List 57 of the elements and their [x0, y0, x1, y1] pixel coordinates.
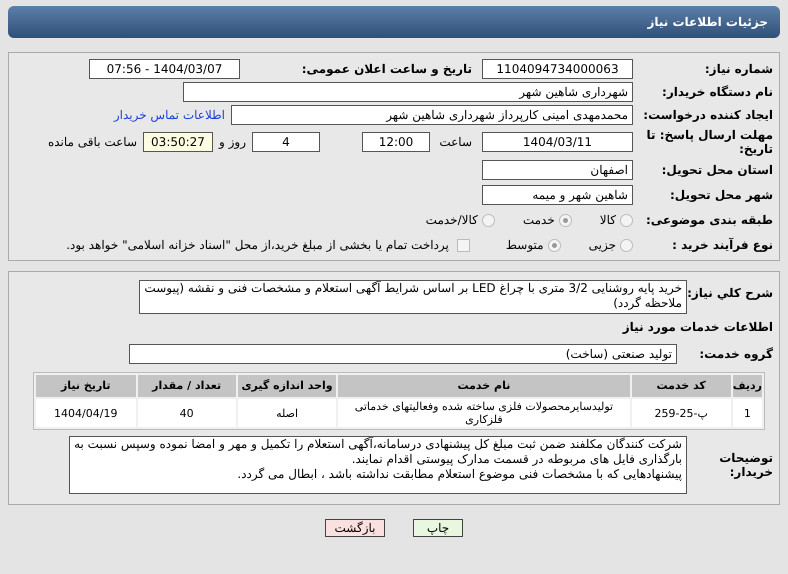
- table-cell: اصله: [238, 399, 336, 427]
- field-label: گروه خدمت:: [698, 347, 773, 361]
- field-label: توضیحات خریدار:: [718, 451, 773, 479]
- field-label: تاریخ و ساعت اعلان عمومی:: [300, 61, 472, 78]
- field-label: ایجاد کننده درخواست:: [642, 108, 773, 122]
- back-button[interactable]: بازگشت: [325, 519, 385, 537]
- radio-button[interactable]: [482, 214, 495, 226]
- radio-button[interactable]: [620, 214, 633, 226]
- text-field[interactable]: 1104094734000063: [482, 59, 633, 79]
- column-header: کد خدمت: [632, 375, 731, 397]
- column-header: تاریخ نیاز: [36, 375, 136, 397]
- table-cell: پ-25-259: [632, 399, 731, 427]
- description-textarea[interactable]: خرید پایه روشنایی 3/2 متری با چراغ LED بر اساس شرایط آگهی استعلام و مشخصات فنی و نقشه (پیوست ملاحظه گردد): [139, 280, 687, 314]
- field-label: طبقه بندی موضوعی:: [644, 213, 773, 227]
- field-label: شهر محل تحویل:: [668, 188, 773, 202]
- text-field[interactable]: 12:00: [362, 132, 430, 152]
- column-header: تعداد / مقدار: [138, 375, 236, 397]
- countdown-field[interactable]: 03:50:27: [143, 132, 213, 152]
- text-field[interactable]: 4: [252, 132, 320, 152]
- text-field[interactable]: 1404/03/11: [482, 132, 633, 152]
- table-cell: 1: [732, 399, 762, 427]
- remaining-label: ساعت باقی مانده: [48, 134, 137, 151]
- text-field[interactable]: محمدمهدی امینی کارپرداز شهرداری شاهین شهر: [231, 105, 633, 125]
- contact-link[interactable]: اطلاعات تماس خریدار: [114, 106, 225, 124]
- time-label: ساعت: [440, 134, 472, 151]
- checkbox-label: پرداخت تمام یا بخشی از مبلغ خرید،از محل "اسناد خزانه اسلامی" خواهد بود.: [66, 237, 449, 254]
- radio-button[interactable]: [548, 238, 561, 252]
- checkbox[interactable]: [456, 238, 470, 252]
- field-label: نام دستگاه خریدار:: [661, 85, 773, 99]
- radio-label: کالا: [600, 212, 616, 229]
- text-field[interactable]: شاهین شهر و میمه: [482, 185, 633, 205]
- field-label: استان محل تحویل:: [660, 163, 773, 177]
- notes-textarea[interactable]: شرکت کنندگان مکلفند ضمن ثبت مبلغ کل پیشنهادی درسامانه،آگهی استعلام را تکمیل و مهر و امضا نموده وسپس نسبت به بارگذاری فایل های مربوطه در قسمت مدارک پیوستی اقدام نمایند. پیشنهادهایی که با مشخصات فنی موضوع استعلام مطابقت نداشته باشد ، ابطال می گردد.: [69, 436, 687, 494]
- text-field[interactable]: اصفهان: [482, 160, 633, 180]
- field-label: شماره نیاز:: [704, 62, 773, 76]
- column-header: ردیف: [732, 375, 762, 397]
- radio-button[interactable]: [620, 238, 633, 252]
- field-label: نوع فرآیند خرید :: [671, 238, 773, 252]
- text-field[interactable]: تولید صنعتی (ساخت): [129, 344, 677, 364]
- table-cell: 40: [138, 399, 236, 427]
- section-title: اطلاعات خدمات مورد نیاز: [621, 319, 773, 336]
- text-field[interactable]: شهرداری شاهین شهر: [183, 82, 633, 102]
- field-label: مهلت ارسال پاسخ: تا تاریخ:: [646, 128, 773, 156]
- radio-label: کالا/خدمت: [426, 212, 478, 229]
- table-cell: تولیدسایرمحصولات فلزی ساخته شده وفعالیتهای خدماتی فلزکاری: [338, 399, 630, 427]
- text-field[interactable]: 1404/03/07 - 07:56: [89, 59, 240, 79]
- radio-label: خدمت: [522, 212, 555, 229]
- radio-label: متوسط: [506, 237, 544, 254]
- column-header: واحد اندازه گیری: [238, 375, 336, 397]
- radio-label: جزیی: [588, 237, 616, 254]
- field-label: شرح کلي نياز:: [687, 286, 773, 300]
- column-header: نام خدمت: [338, 375, 630, 397]
- print-button[interactable]: چاپ: [413, 519, 463, 537]
- table-cell: 1404/04/19: [36, 399, 136, 427]
- radio-button[interactable]: [558, 214, 572, 226]
- page-title: جزئیات اطلاعات نیاز: [647, 14, 768, 31]
- days-label: روز و: [219, 134, 246, 151]
